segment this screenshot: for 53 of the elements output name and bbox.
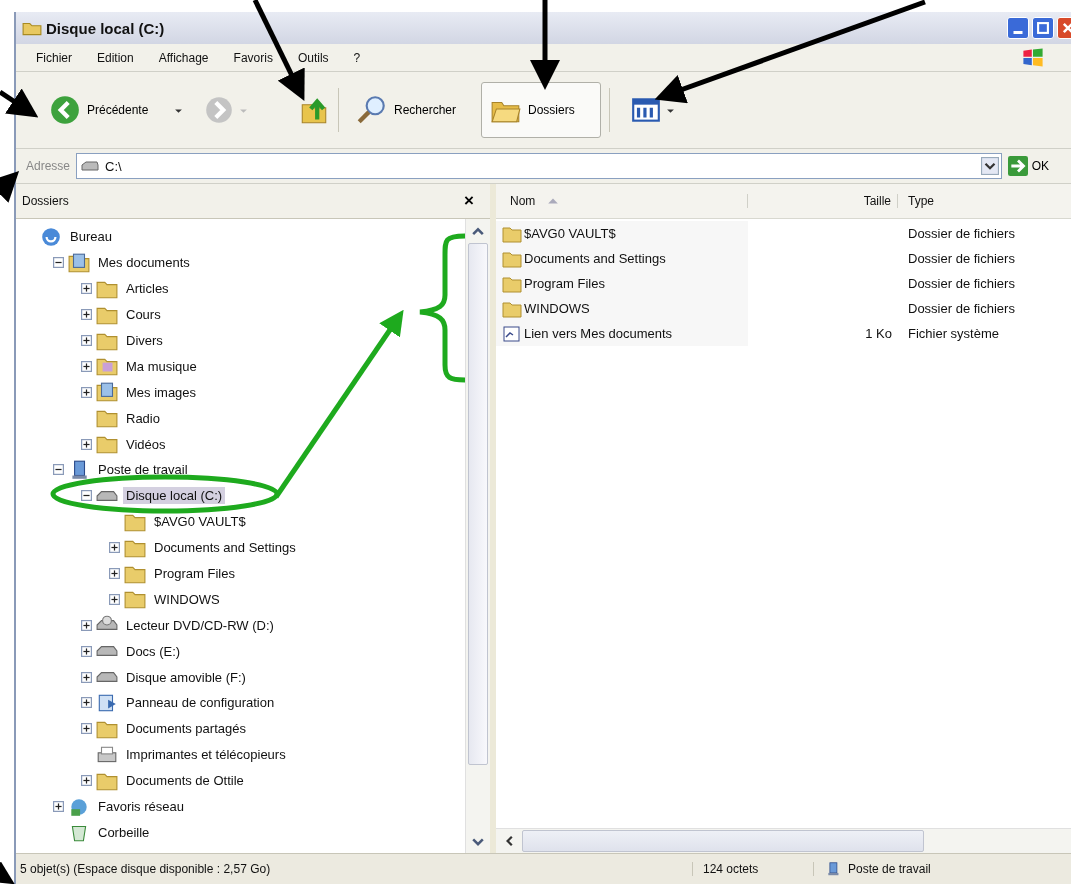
tree-item[interactable]: Ma musique bbox=[123, 357, 200, 375]
menu-item[interactable]: Affichage bbox=[158, 50, 209, 65]
tree-item[interactable]: Corbeille bbox=[95, 823, 153, 841]
status-location: Poste de travail bbox=[848, 862, 931, 876]
tree-item[interactable]: Divers bbox=[123, 332, 166, 349]
file-size: 1 Ko bbox=[865, 326, 892, 341]
tree-item[interactable]: Panneau de configuration bbox=[123, 694, 278, 712]
tree-item[interactable]: Disque local (C:) bbox=[123, 487, 226, 505]
tree-item[interactable]: Program Files bbox=[151, 565, 238, 582]
tree-item[interactable]: Imprimantes et télécopieurs bbox=[123, 746, 289, 764]
tree-item[interactable]: Articles bbox=[123, 280, 172, 298]
menu-item[interactable]: Edition bbox=[97, 50, 134, 65]
tree-item[interactable]: Lecteur DVD/CD-RW (D:) bbox=[123, 616, 277, 634]
tree-item[interactable]: Documents partagés bbox=[123, 720, 249, 738]
tree-item[interactable]: Favoris réseau bbox=[95, 798, 187, 816]
file-type: Dossier de fichiers bbox=[908, 226, 1015, 241]
go-button[interactable]: OK bbox=[1007, 156, 1071, 176]
column-header[interactable]: Type bbox=[898, 194, 1071, 208]
tree-item[interactable]: Documents de Ottile bbox=[123, 772, 247, 790]
tree-item[interactable]: Mes images bbox=[123, 383, 200, 401]
status-text: 5 objet(s) (Espace disque disponible : 2,57 Go) bbox=[19, 862, 272, 876]
search-button[interactable]: Rechercher bbox=[347, 82, 477, 138]
tree-item[interactable]: Documents and Settings bbox=[151, 539, 299, 557]
menu-item[interactable]: ? bbox=[353, 50, 361, 65]
file-type: Dossier de fichiers bbox=[908, 251, 1015, 266]
file-type: Dossier de fichiers bbox=[908, 276, 1015, 291]
close-pane-button[interactable]: × bbox=[454, 191, 484, 211]
column-header[interactable]: Taille bbox=[748, 194, 898, 208]
file-type: Dossier de fichiers bbox=[908, 301, 1015, 316]
file-name[interactable]: WINDOWS bbox=[524, 301, 590, 316]
tree-item[interactable]: Disque amovible (F:) bbox=[123, 668, 249, 686]
menu-item[interactable]: Outils bbox=[297, 50, 329, 65]
tree-item[interactable]: Docs (E:) bbox=[123, 642, 184, 660]
menu-item[interactable]: Favoris bbox=[233, 50, 273, 65]
status-size: 124 octets bbox=[692, 862, 813, 876]
address-field[interactable]: C:\ bbox=[76, 153, 1002, 179]
file-name[interactable]: Program Files bbox=[524, 276, 605, 291]
tree-item[interactable]: WINDOWS bbox=[151, 590, 223, 608]
window-title: Disque local (C:) bbox=[46, 19, 166, 37]
folders-button[interactable]: Dossiers bbox=[481, 82, 601, 138]
tree-item[interactable]: Mes documents bbox=[95, 254, 193, 272]
pane-title: Dossiers bbox=[22, 194, 69, 208]
tree-item[interactable]: Vidéos bbox=[123, 435, 169, 453]
tree-item[interactable]: Bureau bbox=[67, 228, 115, 246]
column-header[interactable]: Nom bbox=[496, 194, 748, 208]
file-type: Fichier système bbox=[908, 326, 1000, 341]
menu-item[interactable]: Fichier bbox=[36, 50, 72, 65]
back-button[interactable]: Précédente bbox=[40, 82, 170, 138]
tree-item[interactable]: $AVG0 VAULT$ bbox=[151, 513, 249, 531]
tree-item[interactable]: Cours bbox=[123, 306, 164, 324]
tree-item[interactable]: Poste de travail bbox=[95, 461, 191, 479]
address-label: Adresse bbox=[26, 159, 71, 173]
tree-item[interactable]: Radio bbox=[123, 409, 163, 427]
